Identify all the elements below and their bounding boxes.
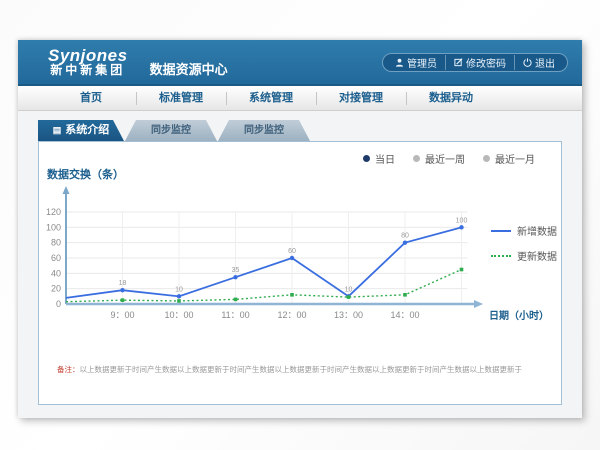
footnote-text: 以上数据更新于时间产生数据以上数据更新于时间产生数据以上数据更新于时间产生数据以… — [80, 365, 523, 374]
chart-area: 0 20 40 60 80 100 120 9：00 10：00 11：00 12：00 13：00 1… — [39, 181, 561, 346]
filter-label: 最近一周 — [425, 151, 465, 166]
radio-dot-icon — [483, 155, 490, 162]
svg-text:13：00: 13：00 — [334, 310, 363, 320]
tab-system-intro[interactable]: ▤ 系统介绍 — [38, 120, 124, 141]
brand-company-name: 新中新集团 — [48, 64, 128, 77]
svg-text:120: 120 — [46, 207, 61, 217]
legend-label: 新增数据 — [517, 223, 557, 238]
screen: Synjones 新中新集团 数据资源中心 管理员 修改密码 退出 — [0, 0, 600, 450]
svg-text:35: 35 — [232, 267, 240, 274]
nav-item-system-mgmt[interactable]: 系统管理 — [226, 86, 316, 110]
filter-label: 最近一月 — [495, 151, 535, 166]
svg-text:60: 60 — [288, 248, 296, 255]
app-title: 数据资源中心 — [150, 59, 228, 78]
svg-text:14：00: 14：00 — [390, 310, 419, 320]
svg-text:80: 80 — [401, 233, 409, 240]
main-nav: 首页 标准管理 系统管理 对接管理 数据异动 — [18, 86, 582, 111]
radio-dot-icon — [363, 155, 370, 162]
svg-text:10: 10 — [175, 286, 183, 293]
svg-text:9：00: 9：00 — [110, 310, 134, 320]
user-icon — [395, 58, 404, 67]
svg-text:80: 80 — [51, 238, 61, 248]
footnote-prefix: 备注： — [57, 365, 80, 374]
filter-option-last-month[interactable]: 最近一月 — [483, 151, 535, 166]
tab-label: 系统介绍 — [65, 120, 109, 141]
svg-text:日期（小时）: 日期（小时） — [489, 309, 549, 322]
filter-option-last-week[interactable]: 最近一周 — [413, 151, 465, 166]
legend-item-new-data: 新增数据 — [491, 223, 557, 238]
dotted-line-swatch-icon — [491, 255, 511, 257]
chart-legend: 新增数据 更新数据 — [491, 223, 557, 263]
svg-text:10: 10 — [345, 286, 353, 293]
content-area: ▤ 系统介绍 同步监控 同步监控 当日 最近一周 — [18, 111, 582, 405]
nav-item-interface-mgmt[interactable]: 对接管理 — [316, 86, 406, 110]
svg-text:12：00: 12：00 — [277, 310, 306, 320]
svg-text:60: 60 — [51, 253, 61, 263]
user-label: 管理员 — [407, 55, 437, 70]
radio-dot-icon — [413, 155, 420, 162]
svg-text:100: 100 — [46, 222, 61, 232]
tab-sync-monitor-2[interactable]: 同步监控 — [218, 120, 310, 141]
app-window: Synjones 新中新集团 数据资源中心 管理员 修改密码 退出 — [18, 40, 582, 418]
nav-item-home[interactable]: 首页 — [46, 86, 136, 110]
app-header: Synjones 新中新集团 数据资源中心 管理员 修改密码 退出 — [18, 40, 582, 86]
change-password-button[interactable]: 修改密码 — [445, 55, 514, 70]
svg-text:0: 0 — [56, 299, 61, 309]
svg-text:20: 20 — [51, 284, 61, 294]
current-user-button[interactable]: 管理员 — [387, 55, 445, 70]
user-toolbar: 管理员 修改密码 退出 — [382, 53, 568, 72]
svg-text:10：00: 10：00 — [164, 310, 193, 320]
solid-line-swatch-icon — [491, 230, 511, 232]
content-panel: 当日 最近一周 最近一月 数据交换（条） 0 20 40 60 80 100 120 9：00… — [38, 141, 562, 405]
brand-logo: Synjones 新中新集团 — [48, 47, 128, 77]
legend-label: 更新数据 — [517, 248, 557, 263]
document-icon: ▤ — [53, 126, 62, 135]
legend-item-updated-data: 更新数据 — [491, 248, 557, 263]
brand-logo-text: Synjones — [48, 47, 128, 64]
logout-label: 退出 — [535, 55, 555, 70]
svg-text:100: 100 — [456, 217, 468, 224]
logout-button[interactable]: 退出 — [514, 55, 563, 70]
svg-text:18: 18 — [119, 280, 127, 287]
tab-sync-monitor-1[interactable]: 同步监控 — [125, 120, 217, 141]
power-icon — [523, 58, 532, 67]
footnote: 备注：以上数据更新于时间产生数据以上数据更新于时间产生数据以上数据更新于时间产生… — [39, 364, 561, 375]
change-password-label: 修改密码 — [466, 55, 506, 70]
nav-item-standard-mgmt[interactable]: 标准管理 — [136, 86, 226, 110]
svg-text:40: 40 — [51, 268, 61, 278]
tab-bar: ▤ 系统介绍 同步监控 同步监控 — [38, 120, 562, 141]
chart-y-axis-title: 数据交换（条） — [39, 166, 561, 181]
edit-icon — [454, 58, 463, 67]
range-filter: 当日 最近一周 最近一月 — [39, 142, 561, 166]
filter-option-today[interactable]: 当日 — [363, 151, 395, 166]
line-chart: 0 20 40 60 80 100 120 9：00 10：00 11：00 12：00 13：00 1… — [39, 181, 561, 346]
nav-item-data-change[interactable]: 数据异动 — [406, 86, 496, 110]
filter-label: 当日 — [375, 151, 395, 166]
svg-text:11：00: 11：00 — [221, 310, 249, 320]
